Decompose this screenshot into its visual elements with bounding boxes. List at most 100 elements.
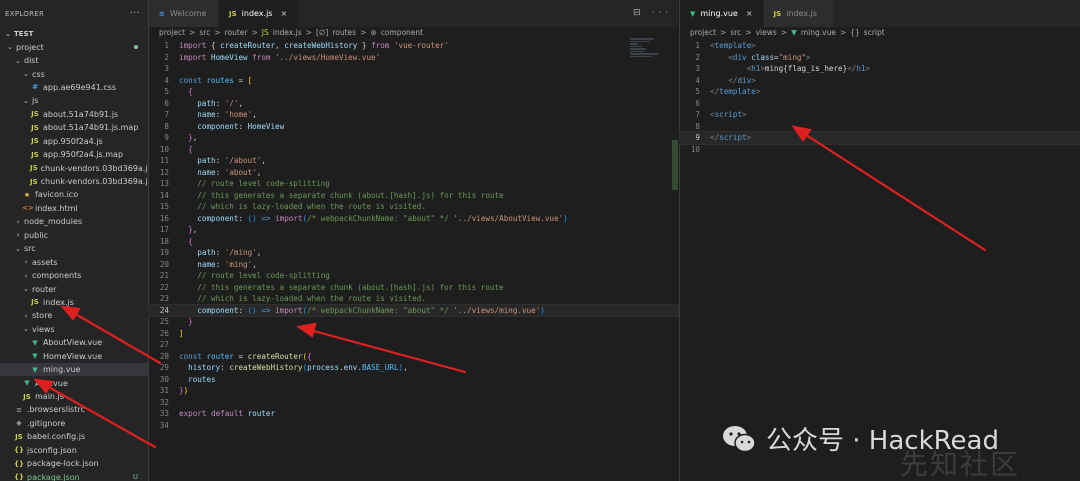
- tree-folder[interactable]: › components: [0, 269, 148, 282]
- code-line[interactable]: 22 // this generates a separate chunk (a…: [149, 282, 678, 294]
- workspace-section[interactable]: ⌄ TEST: [0, 27, 148, 40]
- tab-welcome[interactable]: ≋ Welcome: [149, 0, 219, 27]
- tree-file[interactable]: ▼ HomeView.vue: [0, 350, 148, 363]
- code-line[interactable]: 3 < h1 > ming{flag_is_here} </h1 >: [680, 63, 1080, 75]
- code-line[interactable]: 9 },: [149, 132, 678, 144]
- tree-file[interactable]: JS app.950f2a4.js.map: [0, 148, 148, 161]
- tree-file[interactable]: {} jsconfig.json: [0, 444, 148, 457]
- tree-folder[interactable]: ⌄ js: [0, 94, 148, 107]
- code-line[interactable]: 2 < div class = "ming" >: [680, 52, 1080, 64]
- scrollbar[interactable]: [672, 140, 678, 190]
- code-line[interactable]: 31}): [149, 385, 678, 397]
- code-line[interactable]: 1 import { createRouter, createWebHistory…: [149, 40, 678, 52]
- code-line[interactable]: 18 {: [149, 236, 678, 248]
- code-line[interactable]: 11 path: '/about',: [149, 155, 678, 167]
- code-line[interactable]: 20 name: 'ming',: [149, 259, 678, 271]
- tree-file[interactable]: JS app.950f2a4.js: [0, 135, 148, 148]
- tree-file[interactable]: ▼ ming.vue: [0, 362, 148, 377]
- breadcrumb-item[interactable]: routes: [332, 28, 356, 37]
- code-line[interactable]: 25 }: [149, 316, 678, 328]
- breadcrumb-item[interactable]: ⊛: [370, 28, 376, 37]
- code-line[interactable]: 4 const routes = [: [149, 75, 678, 87]
- code-line[interactable]: 3: [149, 63, 678, 75]
- code-area[interactable]: 1 import { createRouter, createWebHistory…: [148, 40, 679, 432]
- tree-folder[interactable]: › assets: [0, 255, 148, 268]
- tree-file[interactable]: ▼ AboutView.vue: [0, 336, 148, 349]
- tree-file[interactable]: JS index.js: [0, 296, 148, 309]
- tab-index-js[interactable]: JS index.js: [763, 0, 834, 27]
- tree-file[interactable]: JS about.51a74b91.js: [0, 108, 148, 121]
- tree-folder[interactable]: › public: [0, 229, 148, 242]
- tree-folder[interactable]: ⌄ router: [0, 282, 148, 295]
- tree-file[interactable]: <> index.html: [0, 202, 148, 215]
- code-line[interactable]: 7 < script >: [680, 109, 1080, 121]
- tab-ming-vue[interactable]: ▼ ming.vue ×: [680, 0, 764, 27]
- breadcrumb-item[interactable]: src: [199, 28, 210, 37]
- tree-folder[interactable]: ⌄ dist: [0, 54, 148, 67]
- code-line[interactable]: 10: [680, 144, 1080, 156]
- minimap[interactable]: [630, 38, 670, 78]
- code-line[interactable]: 29 history: createWebHistory(process. env…: [149, 362, 678, 374]
- breadcrumb-item[interactable]: {}: [850, 28, 860, 37]
- code-line[interactable]: 6: [680, 98, 1080, 110]
- code-line[interactable]: 33 export default router: [149, 408, 678, 420]
- close-icon[interactable]: ×: [746, 9, 753, 18]
- tree-file[interactable]: ▼ App.vue: [0, 376, 148, 389]
- breadcrumb-item[interactable]: ming.vue: [801, 28, 836, 37]
- code-line[interactable]: 15 // which is lazy-loaded when the rout…: [149, 201, 678, 213]
- tree-file[interactable]: {} package.json U: [0, 470, 148, 481]
- code-line[interactable]: 6 path: '/',: [149, 98, 678, 110]
- breadcrumb-item[interactable]: src: [730, 28, 741, 37]
- tree-folder[interactable]: › store: [0, 309, 148, 322]
- code-line[interactable]: 4 </div >: [680, 75, 1080, 87]
- breadcrumb-item[interactable]: JS: [262, 28, 269, 37]
- code-line[interactable]: 12 name: 'about',: [149, 167, 678, 179]
- breadcrumb-item[interactable]: project: [159, 28, 185, 37]
- tree-file[interactable]: JSchunk-vendors.03bd369a.js.map: [0, 175, 148, 188]
- code-line[interactable]: 26]: [149, 328, 678, 340]
- code-line[interactable]: 27: [149, 339, 678, 351]
- breadcrumb-item[interactable]: views: [756, 28, 777, 37]
- code-line[interactable]: 34: [149, 420, 678, 432]
- breadcrumb-item[interactable]: [∅]: [316, 28, 328, 37]
- breadcrumb-item[interactable]: router: [225, 28, 248, 37]
- code-line[interactable]: 24 component: () => import(/* webpackChu…: [148, 303, 679, 317]
- code-line[interactable]: 17 },: [149, 224, 678, 236]
- code-line[interactable]: 21 // route level code-splitting: [149, 270, 678, 282]
- code-line[interactable]: 32: [149, 397, 678, 409]
- code-line[interactable]: 19 path: '/ming',: [149, 247, 678, 259]
- code-area[interactable]: 1 < template >2 < div class = "ming" >3 < h1 > min…: [679, 40, 1080, 156]
- editor-actions[interactable]: ⊟ ···: [633, 8, 672, 18]
- tree-file[interactable]: JS main.js: [0, 390, 148, 403]
- breadcrumb-item[interactable]: component: [381, 28, 423, 37]
- tree-folder[interactable]: ⌄ views: [0, 323, 148, 336]
- tree-folder[interactable]: ⌄ css: [0, 67, 148, 80]
- code-line[interactable]: 1 < template >: [680, 40, 1080, 52]
- code-line[interactable]: 10 {: [149, 144, 678, 156]
- code-line[interactable]: 28 const router = createRouter({: [149, 351, 678, 363]
- code-line[interactable]: 23 // which is lazy-loaded when the rout…: [149, 293, 678, 305]
- code-line[interactable]: 30 routes: [149, 374, 678, 386]
- tree-folder[interactable]: ⌄ project: [0, 40, 148, 53]
- more-actions-icon[interactable]: ···: [130, 8, 140, 19]
- tree-file[interactable]: ★ favicon.ico: [0, 188, 148, 201]
- tree-file[interactable]: ≡ .browserslistrc: [0, 403, 148, 416]
- tree-folder[interactable]: ⌄ src: [0, 242, 148, 255]
- code-line[interactable]: 13 // route level code-splitting: [149, 178, 678, 190]
- tree-file[interactable]: # app.ae69e941.css: [0, 81, 148, 94]
- tree-folder[interactable]: › node_modules: [0, 215, 148, 228]
- breadcrumb-item[interactable]: index.js: [273, 28, 302, 37]
- code-line[interactable]: 9 </script >: [679, 131, 1080, 145]
- code-line[interactable]: 14 // this generates a separate chunk (a…: [149, 190, 678, 202]
- tab-index-js[interactable]: JS index.js ×: [219, 0, 299, 27]
- tree-file[interactable]: JS about.51a74b91.js.map: [0, 121, 148, 134]
- code-line[interactable]: 8 component: HomeView: [149, 121, 678, 133]
- code-line[interactable]: 5 </template >: [680, 86, 1080, 98]
- breadcrumb-item[interactable]: ▼: [791, 28, 797, 37]
- tree-file[interactable]: {} package-lock.json: [0, 457, 148, 470]
- code-line[interactable]: 7 name: 'home',: [149, 109, 678, 121]
- code-line[interactable]: 2 import HomeView from '../views/HomeView…: [149, 52, 678, 64]
- code-line[interactable]: 5 {: [149, 86, 678, 98]
- tree-file[interactable]: JS babel.config.js: [0, 430, 148, 443]
- close-icon[interactable]: ×: [280, 9, 287, 18]
